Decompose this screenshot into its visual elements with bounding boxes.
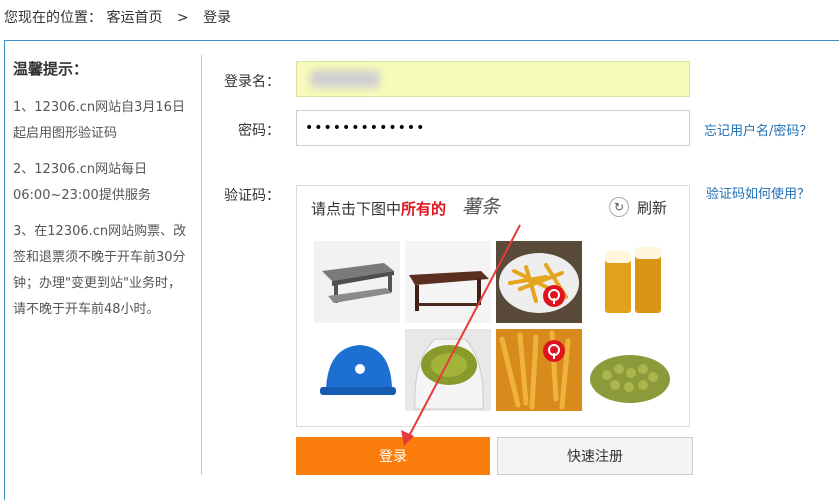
captcha-prompt-prefix: 请点击下图中: [311, 200, 402, 218]
forgot-password-link[interactable]: 忘记用户名/密码？: [704, 120, 812, 139]
green-peas-image: [587, 329, 673, 411]
breadcrumb-current: 登录: [203, 10, 232, 26]
tip-item: 2、12306.cn网站每日06:00~23:00提供服务: [13, 162, 151, 203]
breadcrumb-prefix: 您现在的位置：: [4, 10, 102, 26]
captcha-help-link[interactable]: 验证码如何使用？: [706, 183, 810, 202]
login-button[interactable]: 登录: [296, 437, 490, 475]
wooden-table-image: [405, 241, 491, 323]
fries-pile-image: [496, 329, 582, 411]
selected-marker-icon: [543, 340, 565, 362]
hard-hat-image: [314, 329, 400, 411]
captcha-prompt: 请点击下图中所有的: [311, 198, 446, 219]
captcha-label: 验证码：: [224, 188, 280, 204]
username-redacted: [310, 70, 380, 88]
captcha-refresh-button[interactable]: ↻ 刷新: [609, 195, 677, 219]
captcha-prompt-emphasis: 所有的: [401, 200, 447, 218]
password-input[interactable]: [296, 110, 690, 146]
quick-register-button[interactable]: 快速注册: [497, 437, 693, 475]
captcha-tile-green-peas[interactable]: [587, 329, 673, 411]
vertical-divider: [201, 55, 202, 475]
captcha-tile-beer-glasses[interactable]: [587, 241, 673, 323]
captcha-target-word: 薯条: [462, 196, 501, 218]
selected-marker-icon: [543, 285, 565, 307]
captcha-tile-blue-hard-hat[interactable]: [314, 329, 400, 411]
tip-item: 1、12306.cn网站自3月16日起启用图形验证码: [13, 100, 185, 141]
tips-section: 温馨提示： 1、12306.cn网站自3月16日起启用图形验证码 2、12306…: [13, 58, 193, 333]
breadcrumb-home-link[interactable]: 客运首页: [106, 10, 162, 26]
refresh-icon: ↻: [609, 197, 629, 217]
captcha-tile-green-beans-sack[interactable]: [405, 329, 491, 411]
captcha-tile-coffee-table[interactable]: [314, 241, 400, 323]
breadcrumb-separator: >: [176, 10, 189, 26]
tips-title: 温馨提示：: [13, 60, 89, 78]
tip-item: 3、在12306.cn网站购票、改签和退票须不晚于开车前30分钟；办理"变更到站…: [13, 224, 187, 317]
french-fries-image: [496, 241, 582, 323]
captcha-refresh-label: 刷新: [637, 199, 668, 217]
beer-glasses-image: [587, 241, 673, 323]
captcha-tile-wooden-table[interactable]: [405, 241, 491, 323]
green-beans-sack-image: [405, 329, 491, 411]
password-label: 密码：: [238, 123, 280, 139]
breadcrumb: 您现在的位置： 客运首页 > 登录: [4, 7, 231, 27]
coffee-table-image: [314, 241, 400, 323]
captcha-widget: 请点击下图中所有的 薯条 ↻ 刷新: [296, 185, 690, 427]
captcha-tile-french-fries[interactable]: [496, 241, 582, 323]
captcha-tile-fries-pile[interactable]: [496, 329, 582, 411]
username-label: 登录名：: [224, 74, 280, 90]
